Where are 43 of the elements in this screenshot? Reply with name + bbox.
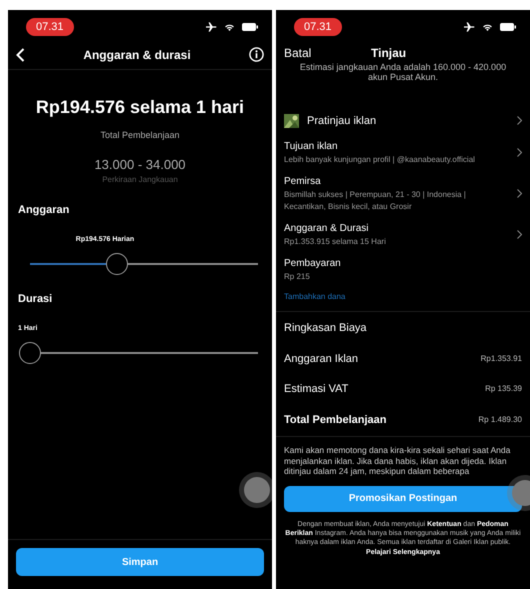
total-label: Total Pembelanjaan [100,129,180,142]
billing-note: Kami akan memotong dana kira-kira sekali sehari saat Anda menjalankan iklan. Jika dana habis, iklan akan dijeda. Iklan ditinjau dalam 24 jam, meskipun dalam beberapa [284,445,512,478]
wifi-icon [225,24,234,30]
airplane-icon [464,22,475,32]
cost-value: Rp 1.489.30 [478,414,522,426]
cancel-link[interactable]: Batal [284,44,312,62]
cost-value: Rp1.353.91 [480,352,522,365]
assistive-touch-icon[interactable] [244,477,270,503]
row-title[interactable]: Pemirsa [284,174,499,190]
slider-thumb[interactable] [106,253,128,275]
info-icon[interactable] [248,47,264,62]
reach-range: 13.000 - 34.000 [94,156,186,174]
total-amount: Rp194.576 selama 1 hari [36,96,244,119]
row-detail: Rp 215 [284,271,311,284]
cost-value: Rp 135.39 [485,383,522,396]
row-detail: Rp1.353.915 selama 15 Hari [284,236,386,248]
row-detail: Bismillah sukses | Perempuan, 21 - 30 | Indonesia | Kecantikan, Bisnis kecil, atau Grosir [284,189,467,214]
row-title[interactable]: Anggaran & Durasi [284,221,386,236]
cost-label: Anggaran Iklan [284,352,358,367]
back-icon[interactable] [16,48,25,62]
row-title[interactable]: Tujuan iklan [284,139,475,154]
screen-title: Tinjau [371,45,406,62]
wifi-icon [483,24,492,30]
airplane-icon [206,22,217,32]
row-detail: Lebih banyak kunjungan profil | @kaanabeauty.official [284,154,475,166]
row-title[interactable]: Pembayaran [284,256,341,272]
cost-label: Estimasi VAT [284,382,348,398]
cost-label: Total Pembelanjaan [284,412,386,428]
add-funds-link[interactable]: Tambahkan dana [284,291,522,304]
battery-icon [500,23,516,31]
status-time: 07.31 [26,18,74,36]
slider[interactable] [19,342,258,364]
status-time: 07.31 [294,18,342,36]
preview-label[interactable]: Pratinjau iklan [307,112,376,130]
section-title: Ringkasan Biaya [284,321,368,336]
reach-note: Estimasi jangkauan Anda adalah 160.000 - 420.000 akun Pusat Akun. [298,62,508,83]
screen-title: Anggaran & durasi [83,46,191,64]
slider-label: Durasi [17,292,54,307]
slider-thumb[interactable] [19,342,41,364]
chevron-icon [517,116,522,126]
slider-label: Anggaran [17,203,70,218]
battery-icon [242,23,258,31]
reach-label: Perkiraan Jangkauan [102,174,178,186]
